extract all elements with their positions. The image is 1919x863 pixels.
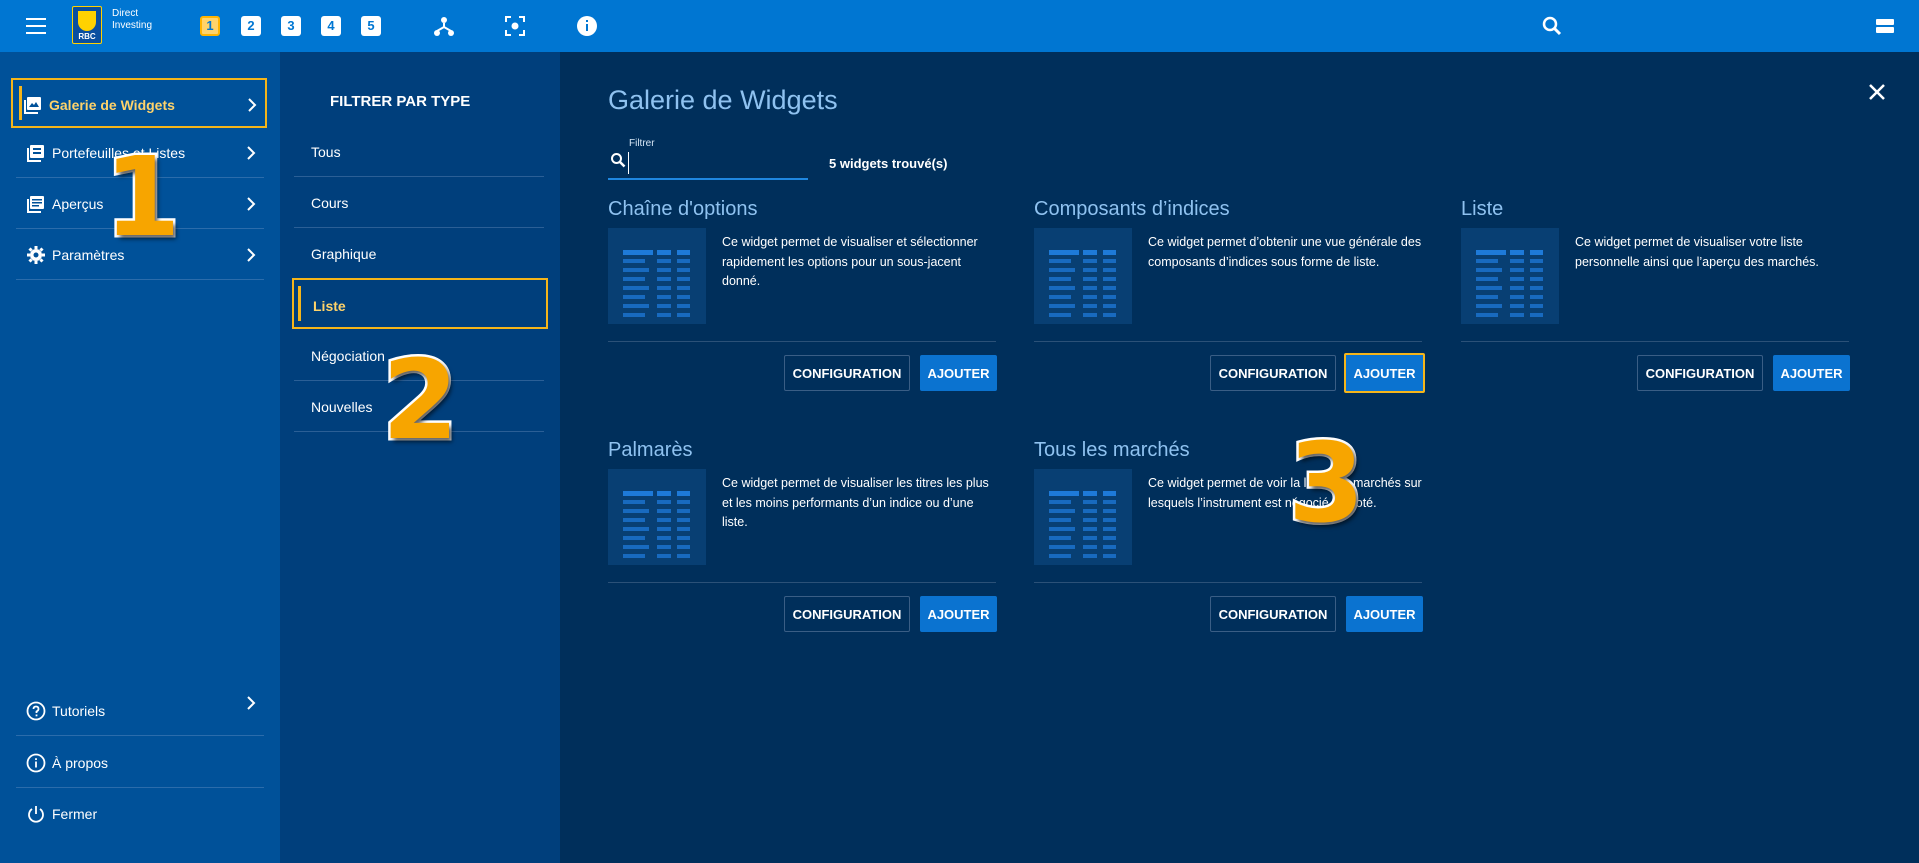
filter-item-label: Nouvelles (311, 399, 373, 415)
filter-item-quotes[interactable]: Cours (294, 177, 544, 228)
widget-title: Palmarès (608, 439, 693, 461)
filter-panel-title: FILTRER PAR TYPE (330, 93, 471, 110)
search-icon[interactable] (1540, 14, 1564, 38)
search-input[interactable] (628, 152, 804, 174)
widget-thumbnail-icon (608, 469, 706, 565)
workspace-tab-3[interactable]: 3 (281, 16, 301, 36)
filter-item-label: Négociation (311, 348, 385, 364)
filter-item-chart[interactable]: Graphique (294, 228, 544, 279)
workspace-tab-4[interactable]: 4 (321, 16, 341, 36)
close-icon[interactable] (1867, 82, 1887, 102)
add-button[interactable]: AJOUTER (1773, 355, 1850, 391)
widget-card-top-movers: Palmarès Ce widget permet de visualiser … (608, 439, 997, 632)
network-icon[interactable] (432, 14, 456, 38)
configuration-button[interactable]: CONFIGURATION (784, 355, 910, 391)
configuration-button[interactable]: CONFIGURATION (784, 596, 910, 632)
divider (608, 341, 996, 342)
info-icon[interactable] (575, 14, 599, 38)
result-count: 5 widgets trouvé(s) (829, 156, 948, 171)
chevron-right-icon (247, 98, 257, 112)
layout-icon[interactable] (1873, 14, 1897, 38)
configuration-button[interactable]: CONFIGURATION (1637, 355, 1763, 391)
focus-icon[interactable] (503, 14, 527, 38)
power-icon (26, 804, 46, 824)
nav-item-widget-gallery[interactable]: Galerie de Widgets (11, 78, 267, 128)
widget-thumbnail-icon (608, 228, 706, 324)
divider (608, 582, 996, 583)
nav-item-label: Tutoriels (52, 703, 106, 719)
help-icon (26, 701, 46, 721)
add-button[interactable]: AJOUTER (920, 596, 997, 632)
nav-item-tutorials[interactable]: Tutoriels (16, 686, 264, 736)
menu-icon[interactable] (26, 18, 46, 34)
page-title: Galerie de Widgets (608, 85, 838, 115)
annotation-number-3: 3 (1286, 419, 1368, 547)
widget-description: Ce widget permet d’obtenir une vue génér… (1148, 235, 1422, 269)
add-button[interactable]: AJOUTER (1346, 596, 1423, 632)
chevron-right-icon (246, 146, 256, 160)
filter-item-label: Liste (313, 298, 346, 314)
widget-thumbnail-icon (1034, 228, 1132, 324)
top-bar: RBC Direct Investing 1 2 3 4 5 (0, 0, 1919, 52)
widget-description: Ce widget permet de visualiser votre lis… (1575, 235, 1819, 269)
widget-card-option-chain: Chaîne d'options Ce widget permet de vis… (608, 198, 997, 391)
filter-item-all[interactable]: Tous (294, 126, 544, 177)
nav-item-label: Fermer (52, 806, 98, 822)
widget-description: Ce widget permet de voir la liste des ma… (1148, 476, 1422, 510)
nav-item-label: Aperçus (52, 196, 104, 212)
add-button[interactable]: AJOUTER (920, 355, 997, 391)
widget-description: Ce widget permet de visualiser et sélect… (722, 235, 978, 288)
widget-title: Liste (1461, 198, 1504, 220)
workspace-tab-2[interactable]: 2 (241, 16, 261, 36)
widget-description: Ce widget permet de visualiser les titre… (722, 476, 989, 529)
configuration-button[interactable]: CONFIGURATION (1210, 596, 1336, 632)
workspace-tab-5[interactable]: 5 (361, 16, 381, 36)
filter-item-label: Tous (311, 144, 341, 160)
rbc-logo: RBC (72, 6, 102, 44)
filter-item-label: Cours (311, 195, 349, 211)
workspace-tab-1[interactable]: 1 (200, 16, 220, 36)
divider (1034, 341, 1422, 342)
nav-item-about[interactable]: À propos (16, 738, 264, 788)
divider (1034, 582, 1422, 583)
nav-item-logout[interactable]: Fermer (16, 789, 264, 839)
annotation-number-2: 2 (380, 336, 462, 464)
chevron-right-icon (246, 197, 256, 211)
divider (1461, 341, 1849, 342)
chevron-right-icon (246, 248, 256, 262)
search-label: Filtrer (629, 138, 655, 149)
filter-search: Filtrer (608, 138, 808, 180)
widget-card-list: Liste Ce widget permet de visualiser vot… (1461, 198, 1850, 391)
overview-icon (26, 194, 46, 214)
widget-thumbnail-icon (1461, 228, 1559, 324)
filter-item-label: Graphique (311, 246, 377, 262)
nav-item-label: Galerie de Widgets (49, 97, 175, 113)
gallery-icon (23, 95, 43, 115)
widget-title: Composants d’indices (1034, 198, 1230, 220)
portfolio-icon (26, 143, 46, 163)
annotation-number-1: 1 (102, 133, 184, 261)
widget-title: Tous les marchés (1034, 439, 1190, 461)
widget-title: Chaîne d'options (608, 198, 758, 220)
search-icon (610, 152, 626, 168)
widget-card-index-components: Composants d’indices Ce widget permet d’… (1034, 198, 1425, 393)
chevron-right-icon (246, 696, 256, 710)
widget-thumbnail-icon (1034, 469, 1132, 565)
add-button[interactable]: AJOUTER (1344, 353, 1425, 393)
filter-item-list[interactable]: Liste (292, 278, 548, 329)
gear-icon (26, 245, 46, 265)
configuration-button[interactable]: CONFIGURATION (1210, 355, 1336, 391)
brand-name: Direct Investing (112, 8, 153, 31)
info-icon (26, 753, 46, 773)
nav-item-label: À propos (52, 755, 109, 771)
